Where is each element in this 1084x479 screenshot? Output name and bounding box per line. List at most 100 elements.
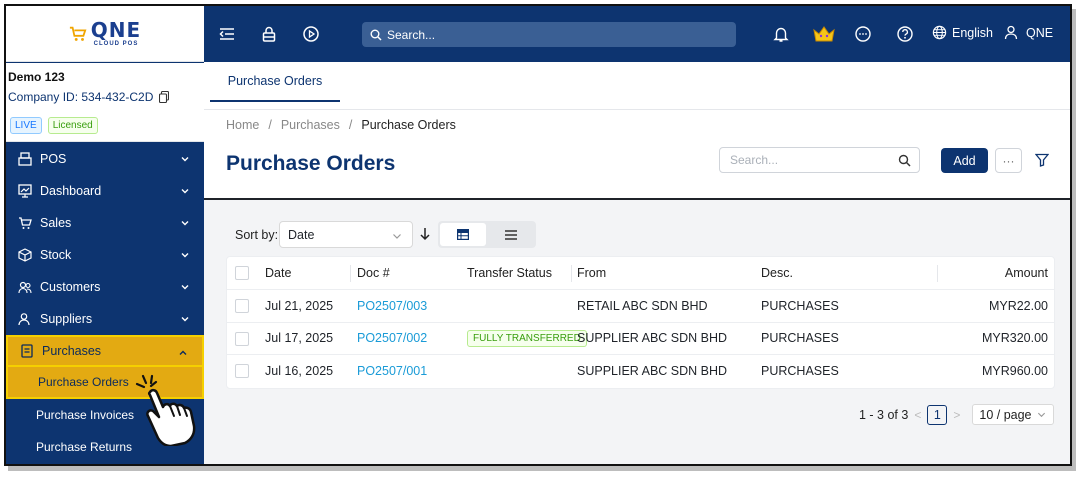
licensed-badge: Licensed [47,117,98,134]
column-header-transfer-status[interactable]: Transfer Status [467,257,552,289]
top-bar: Search... English QNE [204,6,1070,62]
crown-icon[interactable] [812,25,836,43]
chevron-down-icon [181,157,189,162]
table-header-row: Date Doc # Transfer Status From Desc. Am… [227,257,1054,290]
sidebar-item-label: Stock [40,248,72,262]
column-header-desc[interactable]: Desc. [761,257,793,289]
breadcrumb-current: Purchase Orders [361,118,456,132]
table-view-icon [457,229,469,240]
row-desc: PURCHASES [761,331,839,346]
table-row[interactable]: Jul 21, 2025 PO2507/003 RETAIL ABC SDN B… [227,290,1054,323]
row-checkbox[interactable] [235,364,249,378]
row-from: SUPPLIER ABC SDN BHD [577,364,728,379]
live-badge: LIVE [10,117,42,134]
globe-icon [932,25,947,40]
table-row[interactable]: Jul 16, 2025 PO2507/001 SUPPLIER ABC SDN… [227,355,1054,388]
breadcrumb-home[interactable]: Home [226,118,259,132]
collapse-menu-icon[interactable] [218,25,236,43]
row-doc-link[interactable]: PO2507/001 [357,355,427,388]
row-amount: MYR22.00 [988,298,1048,313]
logo-cart-icon [69,26,87,41]
sidebar-item-label: Dashboard [40,184,102,198]
sidebar-item-dashboard[interactable]: Dashboard [6,175,204,207]
row-doc-link[interactable]: PO2507/003 [357,290,427,322]
sidebar-item-purchases[interactable]: Purchases [6,335,204,367]
global-search-placeholder: Search... [387,27,436,42]
breadcrumb-purchases[interactable]: Purchases [281,118,340,132]
row-doc-link[interactable]: PO2507/002 [357,323,427,355]
tab-label: Purchase Orders [227,74,323,88]
row-checkbox[interactable] [235,299,249,313]
column-header-doc[interactable]: Doc # [357,257,390,289]
sidebar-item-customers[interactable]: Customers [6,271,204,303]
prev-page-button[interactable]: < [914,408,921,422]
column-header-amount[interactable]: Amount [1005,257,1048,289]
column-header-from[interactable]: From [577,257,606,289]
logo-area[interactable]: QNE CLOUD POS [6,6,204,62]
row-from: SUPPLIER ABC SDN BHD [577,331,728,346]
help-icon[interactable] [896,25,914,43]
select-all-checkbox[interactable] [235,266,249,280]
search-icon [370,29,382,41]
pagination-range: 1 - 3 of 3 [859,407,909,422]
row-date: Jul 21, 2025 [265,298,334,313]
cube-icon [18,248,32,262]
list-search-input[interactable]: Search... [719,147,920,173]
sidebar-item-label: Purchases [42,344,102,358]
sidebar-item-suppliers[interactable]: Suppliers [6,303,204,335]
company-id-text: Company ID: 534-432-C2D [8,90,154,104]
row-transfer-status: FULLY TRANSFERRED [467,323,587,355]
sidebar-item-label: POS [40,152,67,166]
sidebar-item-sales[interactable]: Sales [6,207,204,239]
sort-descending-icon[interactable] [419,227,431,241]
breadcrumb: Home / Purchases / Purchase Orders [226,118,456,132]
app-window: QNE CLOUD POS Demo 123 Company ID: 534-4… [4,4,1072,466]
sort-select[interactable]: Date [279,221,413,248]
row-desc: PURCHASES [761,364,839,379]
sidebar-subitem-label: Purchase Orders [38,375,129,389]
page-size-select[interactable]: 10 / page [972,404,1055,425]
table-view-button[interactable] [440,223,486,246]
filter-icon[interactable] [1035,153,1049,167]
row-amount: MYR320.00 [981,331,1048,346]
page-number-button[interactable]: 1 [927,404,948,425]
column-divider [937,265,938,282]
row-desc: PURCHASES [761,298,839,313]
row-date: Jul 17, 2025 [265,331,334,346]
lock-icon[interactable] [260,25,278,43]
company-panel: Demo 123 Company ID: 534-432-C2D LIVE Li… [6,63,204,142]
more-options-button[interactable]: ··· [995,148,1022,173]
sidebar-subitem-label: Purchase Invoices [36,408,135,422]
sidebar-subitem-label: Purchase Returns [36,440,133,454]
list-view-button[interactable] [488,223,534,246]
pointing-hand-icon [135,374,196,446]
chevron-down-icon [393,234,401,239]
purchase-orders-table: Date Doc # Transfer Status From Desc. Am… [226,256,1055,389]
column-divider [350,265,351,282]
chevron-down-icon [1038,412,1046,418]
add-button[interactable]: Add [941,148,988,173]
copy-icon[interactable] [159,91,170,103]
next-page-button[interactable]: > [953,408,960,422]
logo-subtitle: CLOUD POS [93,41,139,47]
sidebar-item-pos[interactable]: POS [6,143,204,175]
chat-icon[interactable] [854,25,872,43]
global-search-input[interactable]: Search... [362,22,736,47]
sidebar-item-label: Customers [40,280,101,294]
page-size-value: 10 / page [979,407,1032,422]
sidebar-item-stock[interactable]: Stock [6,239,204,271]
table-row[interactable]: Jul 17, 2025 PO2507/002 FULLY TRANSFERRE… [227,323,1054,355]
chevron-down-icon [181,285,189,290]
column-header-date[interactable]: Date [265,257,291,289]
pagination: 1 - 3 of 3 < 1 > 10 / page [859,404,1055,425]
user-menu[interactable]: QNE [1004,25,1053,40]
cart-icon [18,216,32,230]
company-id: Company ID: 534-432-C2D [8,90,170,104]
language-selector[interactable]: English [932,25,993,40]
tab-purchase-orders[interactable]: Purchase Orders [210,62,340,102]
pos-terminal-icon [18,152,32,166]
play-circle-icon[interactable] [302,25,320,43]
row-checkbox[interactable] [235,331,249,346]
sidebar-item-label: Sales [40,216,72,230]
bell-icon[interactable] [772,25,790,43]
